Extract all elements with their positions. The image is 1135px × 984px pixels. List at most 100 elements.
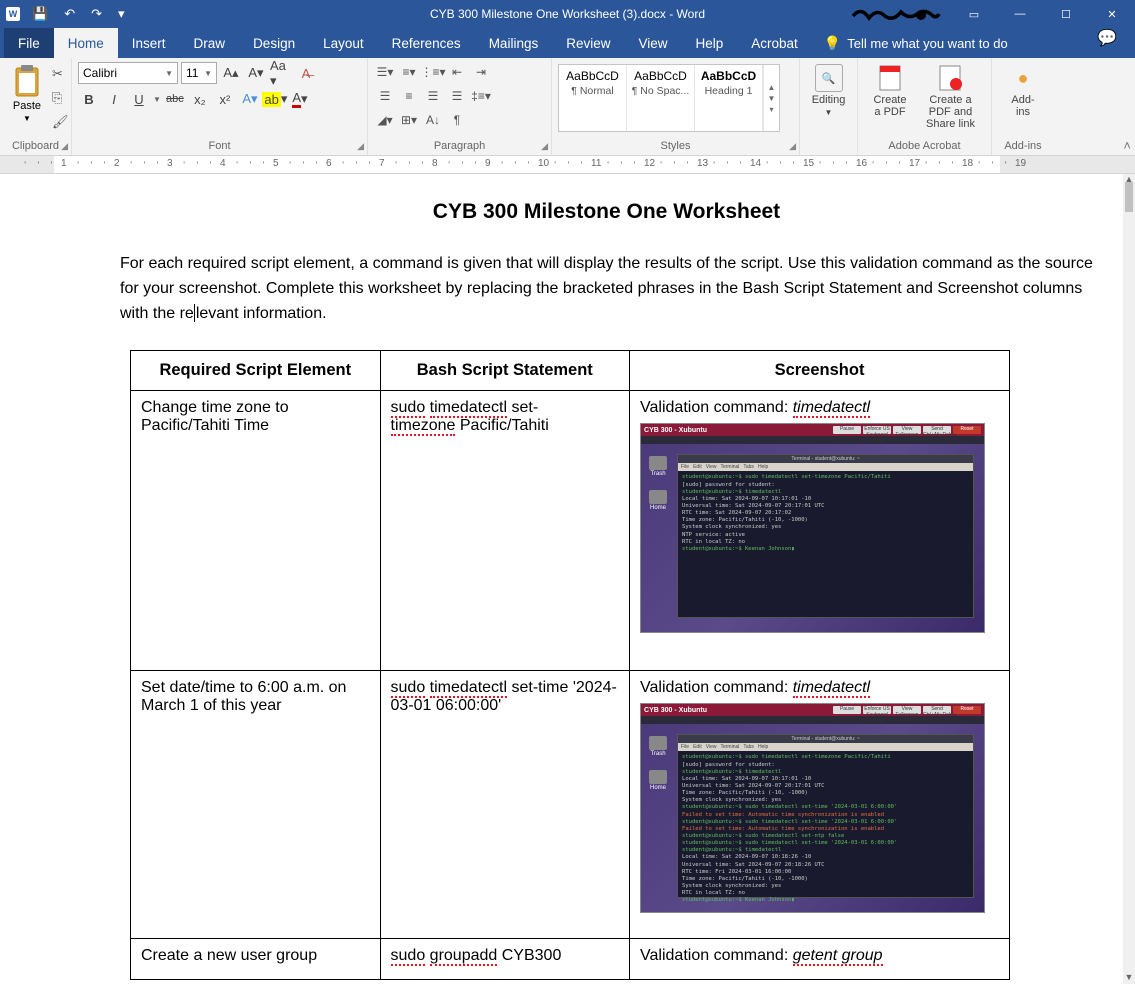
grow-font-button[interactable]: A▴ [220,62,242,84]
change-case-button[interactable]: Aa ▾ [270,62,292,84]
tab-mailings[interactable]: Mailings [475,28,553,58]
scroll-down-button[interactable]: ▼ [1123,972,1135,984]
align-left-button[interactable]: ☰ [374,86,396,106]
justify-button[interactable]: ☰ [446,86,468,106]
cell-screenshot: Validation command: getent group [630,939,1010,980]
numbering-button[interactable]: ≡▾ [398,62,420,82]
sort-button[interactable]: A↓ [422,110,444,130]
maximize-button[interactable]: ☐ [1043,0,1089,28]
cell-required: Set date/time to 6:00 a.m. on March 1 of… [131,671,381,939]
shading-button[interactable]: ◢▾ [374,110,396,130]
font-name-combo[interactable]: Calibri▼ [78,62,178,84]
font-launcher[interactable]: ◢ [357,141,364,152]
ribbon-tabs: File Home Insert Draw Design Layout Refe… [0,28,1135,58]
shrink-font-button[interactable]: A▾ [245,62,267,84]
align-right-button[interactable]: ☰ [422,86,444,106]
tab-draw[interactable]: Draw [180,28,240,58]
th-required: Required Script Element [131,351,381,391]
styles-more-button[interactable]: ▲▼▾ [763,65,779,131]
tell-me-label: Tell me what you want to do [847,36,1007,51]
title-bar: W 💾 ↶ ↷ ▾ CYB 300 Milestone One Workshee… [0,0,1135,28]
show-marks-button[interactable]: ¶ [446,110,468,130]
align-center-button[interactable]: ≡ [398,86,420,106]
scrollbar-thumb[interactable] [1125,182,1133,212]
ribbon-display-options-button[interactable]: ▭ [951,0,997,28]
qat-customize-button[interactable]: ▾ [114,6,129,22]
line-spacing-button[interactable]: ‡≡▾ [470,86,492,106]
multilevel-list-button[interactable]: ⋮≡▾ [422,62,444,82]
tab-review[interactable]: Review [552,28,624,58]
styles-group-label: Styles◢ [552,138,799,155]
vertical-scrollbar[interactable]: ▲ ▼ [1123,174,1135,984]
table-row: Create a new user group sudo groupadd CY… [131,939,1010,980]
bold-button[interactable]: B [78,88,100,110]
font-color-button[interactable]: A▾ [289,88,311,110]
format-painter-button[interactable]: 🖌 [52,114,70,132]
intro-paragraph: For each required script element, a comm… [120,252,1093,326]
document-page: CYB 300 Milestone One Worksheet For each… [0,174,1123,980]
strikethrough-button[interactable]: abc [164,88,186,110]
increase-indent-button[interactable]: ⇥ [470,62,492,82]
style-normal[interactable]: AaBbCcD ¶ Normal [559,65,627,131]
highlight-button[interactable]: ab▾ [264,88,286,110]
th-screenshot: Screenshot [630,351,1010,391]
cut-button[interactable]: ✂ [52,66,70,84]
subscript-button[interactable]: x₂ [189,88,211,110]
tab-view[interactable]: View [624,28,681,58]
save-button[interactable]: 💾 [28,6,52,22]
collapse-ribbon-button[interactable]: ˄ [1123,138,1131,153]
close-button[interactable]: ✕ [1089,0,1135,28]
pdf-share-icon [936,64,964,92]
horizontal-ruler[interactable]: 1'''2'''3'''4'''5'''6'''7'''8'''9'''10''… [0,156,1135,174]
tab-insert[interactable]: Insert [118,28,180,58]
pdf-icon [876,64,904,92]
clipboard-group-label: Clipboard◢ [0,138,71,155]
tab-home[interactable]: Home [54,28,118,58]
text-effects-button[interactable]: A▾ [239,88,261,110]
tab-help[interactable]: Help [682,28,738,58]
copy-button[interactable]: ⎘ [52,90,70,108]
style-heading-1[interactable]: AaBbCcD Heading 1 [695,65,763,131]
italic-button[interactable]: I [103,88,125,110]
styles-launcher[interactable]: ◢ [789,141,796,152]
worksheet-table: Required Script Element Bash Script Stat… [130,350,1010,980]
addins-button[interactable]: ● Add-ins [998,62,1048,136]
user-signin-scribble [851,4,941,24]
create-pdf-button[interactable]: Create a PDF [864,62,916,136]
font-size-combo[interactable]: 11▼ [181,62,217,84]
embedded-screenshot: CYB 300 - XubuntuPauseEnforce US Keyboar… [640,423,985,633]
cell-required: Create a new user group [131,939,381,980]
tab-file[interactable]: File [4,28,54,58]
style-no-spacing[interactable]: AaBbCcD ¶ No Spac... [627,65,695,131]
clipboard-launcher[interactable]: ◢ [61,141,68,152]
app-icon: W [6,7,20,21]
tab-design[interactable]: Design [239,28,309,58]
superscript-button[interactable]: x² [214,88,236,110]
undo-button[interactable]: ↶ [60,6,79,22]
tab-acrobat[interactable]: Acrobat [737,28,812,58]
share-button[interactable]: 💬 [1097,28,1117,48]
addins-group-label: Add-ins [992,138,1054,155]
styles-gallery[interactable]: AaBbCcD ¶ Normal AaBbCcD ¶ No Spac... Aa… [558,64,780,132]
tab-layout[interactable]: Layout [309,28,378,58]
paragraph-launcher[interactable]: ◢ [541,141,548,152]
paste-label: Paste [13,100,41,112]
paste-button[interactable]: Paste ▼ [6,62,48,136]
clear-formatting-button[interactable]: A̶ [295,62,317,84]
create-and-share-button[interactable]: Create a PDF and Share link [916,62,985,136]
redo-button[interactable]: ↷ [87,6,106,22]
table-header-row: Required Script Element Bash Script Stat… [131,351,1010,391]
editing-button[interactable]: 🔍 Editing ▼ [804,62,854,148]
cell-bash: sudo timedatectl set-time '2024-03-01 06… [380,671,630,939]
document-title: CYB 300 Milestone One Worksheet (3).docx… [430,7,705,21]
bullets-button[interactable]: ☰▾ [374,62,396,82]
decrease-indent-button[interactable]: ⇤ [446,62,468,82]
search-icon: 🔍 [815,64,843,92]
tell-me-search[interactable]: 💡 Tell me what you want to do [824,28,1008,58]
underline-button[interactable]: U [128,88,150,110]
tab-references[interactable]: References [378,28,475,58]
borders-button[interactable]: ⊞▾ [398,110,420,130]
minimize-button[interactable]: — [997,0,1043,28]
font-group-label: Font◢ [72,138,367,155]
document-area[interactable]: CYB 300 Milestone One Worksheet For each… [0,174,1123,984]
